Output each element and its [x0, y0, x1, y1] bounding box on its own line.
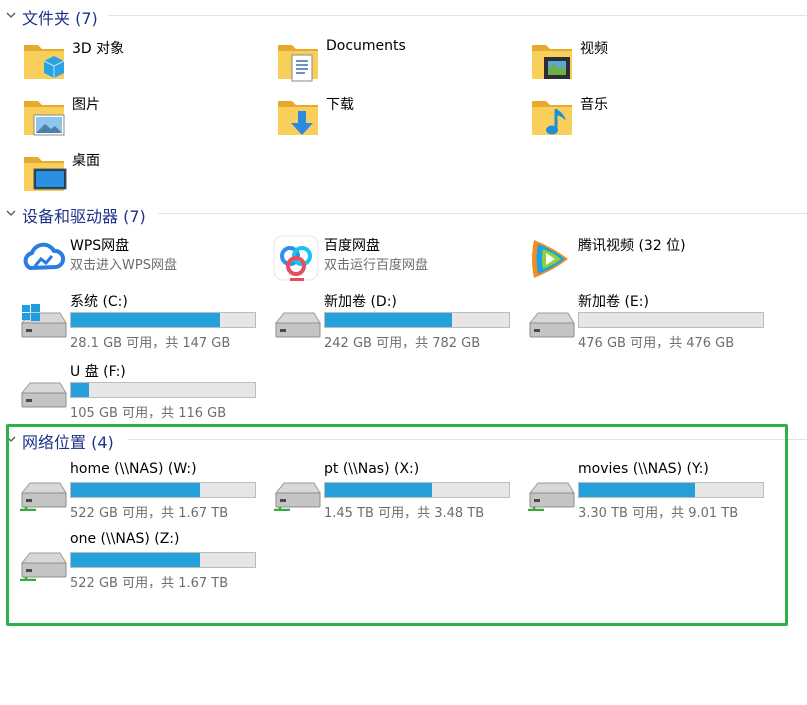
group-header-folders[interactable]: 文件夹 (7)	[0, 4, 807, 28]
tencent-video-icon	[532, 240, 568, 278]
group-divider	[108, 15, 807, 16]
windows-drive-icon	[21, 304, 67, 338]
group-divider	[158, 213, 807, 214]
folder-item-documents[interactable]: Documents	[274, 37, 524, 91]
group-title-devices: 设备和驱动器 (7)	[22, 207, 146, 226]
capacity-fill	[71, 383, 90, 397]
folder-item-desktop[interactable]: 桌面	[20, 149, 270, 203]
baidu-netdisk-icon	[273, 235, 319, 281]
capacity-fill	[325, 313, 452, 327]
capacity-bar	[324, 312, 510, 328]
drive-name: 系统 (C:)	[70, 294, 128, 310]
folder-name: 图片	[72, 97, 100, 113]
drive-name: U 盘 (F:)	[70, 364, 126, 380]
app-item-wps-cloud[interactable]: WPS网盘 双击进入WPS网盘	[18, 234, 268, 288]
drive-capacity-text: 242 GB 可用，共 782 GB	[324, 336, 481, 351]
folder-item-videos[interactable]: 视频	[528, 37, 778, 91]
folder-name: 音乐	[580, 97, 608, 113]
folder-item-music[interactable]: 音乐	[528, 93, 778, 147]
folder-documents-icon	[278, 45, 318, 82]
folder-videos-icon	[532, 45, 572, 79]
chevron-down-icon[interactable]	[5, 207, 17, 219]
app-description: 双击运行百度网盘	[324, 258, 429, 273]
folder-name: 桌面	[72, 153, 100, 169]
folder-name: 3D 对象	[72, 41, 125, 57]
folder-item-pictures[interactable]: 图片	[20, 93, 270, 147]
folder-item-downloads[interactable]: 下载	[274, 93, 524, 147]
capacity-bar	[70, 382, 256, 398]
folder-name: 视频	[580, 41, 608, 57]
group-header-devices[interactable]: 设备和驱动器 (7)	[0, 202, 807, 226]
capacity-fill	[71, 313, 221, 327]
drive-name: 新加卷 (D:)	[324, 294, 397, 310]
app-item-baidu-netdisk[interactable]: 百度网盘 双击运行百度网盘	[272, 234, 522, 288]
folder-desktop-icon	[24, 157, 67, 191]
folder-name: 下载	[326, 97, 354, 113]
app-description: 双击进入WPS网盘	[70, 258, 177, 273]
folder-item-3d-objects[interactable]: 3D 对象	[20, 37, 270, 91]
folder-downloads-icon	[278, 101, 318, 135]
drive-item-f[interactable]: U 盘 (F:) 105 GB 可用，共 116 GB	[18, 361, 268, 421]
capacity-bar	[70, 312, 256, 328]
usb-drive-icon	[21, 382, 67, 408]
folder-3d-objects-icon	[24, 45, 65, 79]
hard-drive-icon	[529, 312, 575, 338]
app-name: 腾讯视频 (32 位)	[578, 238, 686, 254]
app-name: 百度网盘	[324, 238, 380, 254]
app-item-tencent-video[interactable]: 腾讯视频 (32 位)	[526, 234, 776, 288]
drive-capacity-text: 28.1 GB 可用，共 147 GB	[70, 336, 231, 351]
network-locations-highlight	[6, 424, 788, 626]
wps-cloud-icon	[23, 242, 66, 270]
drive-capacity-text: 476 GB 可用，共 476 GB	[578, 336, 735, 351]
folder-music-icon	[532, 101, 572, 135]
drive-capacity-text: 105 GB 可用，共 116 GB	[70, 406, 227, 421]
group-title-folders: 文件夹 (7)	[22, 9, 98, 28]
drive-item-d[interactable]: 新加卷 (D:) 242 GB 可用，共 782 GB	[272, 291, 522, 351]
chevron-down-icon[interactable]	[5, 9, 17, 21]
drive-item-e[interactable]: 新加卷 (E:) 476 GB 可用，共 476 GB	[526, 291, 776, 351]
app-name: WPS网盘	[70, 238, 130, 254]
capacity-bar	[578, 312, 764, 328]
folder-name: Documents	[326, 38, 406, 54]
folder-pictures-icon	[24, 101, 65, 136]
hard-drive-icon	[275, 312, 321, 338]
drive-name: 新加卷 (E:)	[578, 294, 649, 310]
drive-item-c[interactable]: 系统 (C:) 28.1 GB 可用，共 147 GB	[18, 291, 268, 351]
